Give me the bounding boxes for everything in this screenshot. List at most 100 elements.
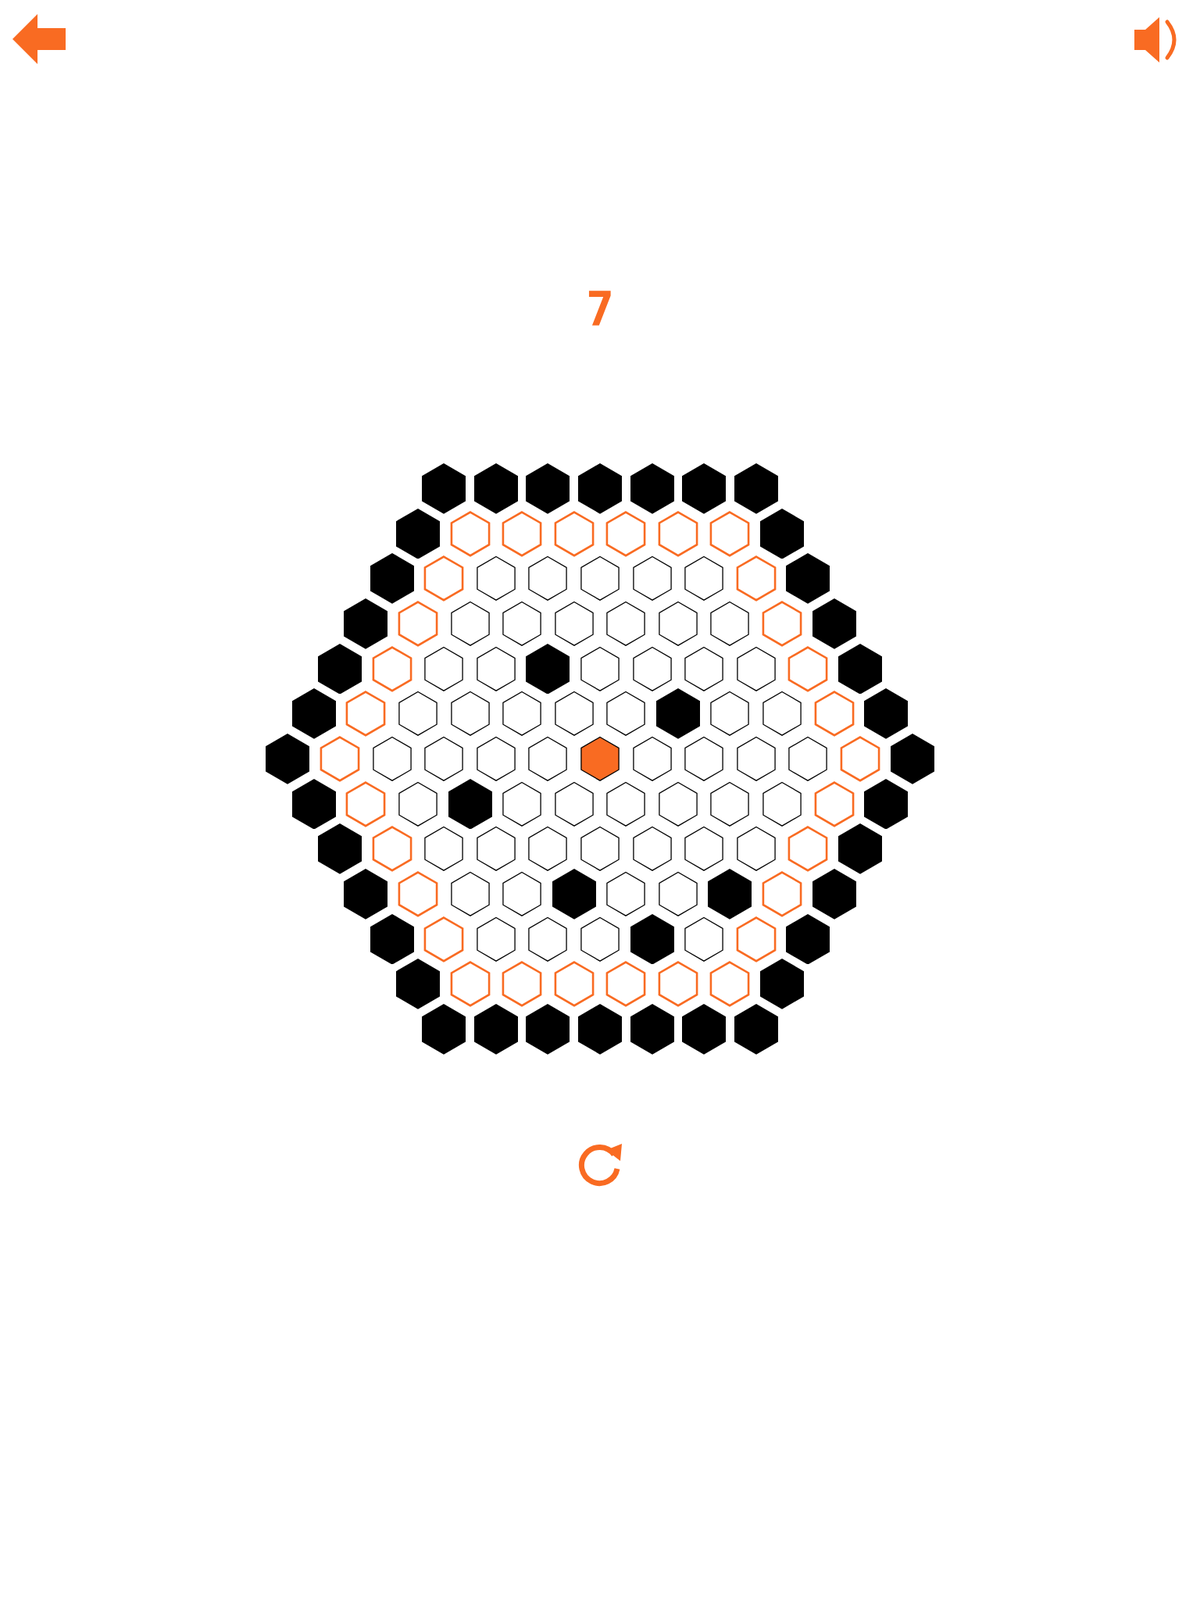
- edge-cell[interactable]: [734, 914, 779, 965]
- empty-cell[interactable]: [421, 733, 466, 785]
- speaker-icon[interactable]: [1132, 14, 1186, 66]
- empty-cell[interactable]: [734, 733, 779, 785]
- wall-cell[interactable]: [760, 958, 804, 1010]
- empty-cell[interactable]: [421, 823, 466, 875]
- edge-cell[interactable]: [448, 508, 493, 560]
- wall-cell[interactable]: [578, 463, 622, 515]
- edge-cell[interactable]: [656, 508, 700, 560]
- wall-cell[interactable]: [525, 1003, 570, 1055]
- edge-cell[interactable]: [552, 508, 597, 560]
- wall-cell[interactable]: [812, 868, 857, 920]
- wall-cell[interactable]: [292, 778, 336, 830]
- edge-cell[interactable]: [603, 958, 648, 1010]
- empty-cell[interactable]: [630, 553, 675, 604]
- edge-cell[interactable]: [812, 778, 857, 830]
- edge-cell[interactable]: [370, 823, 415, 875]
- edge-cell[interactable]: [343, 688, 388, 740]
- empty-cell[interactable]: [707, 598, 752, 650]
- empty-cell[interactable]: [707, 688, 752, 740]
- edge-cell[interactable]: [656, 958, 700, 1010]
- empty-cell[interactable]: [682, 914, 726, 965]
- wall-cell[interactable]: [396, 958, 440, 1010]
- edge-cell[interactable]: [812, 688, 857, 740]
- wall-cell[interactable]: [838, 643, 883, 695]
- empty-cell[interactable]: [578, 553, 622, 604]
- restart-icon[interactable]: [575, 1139, 625, 1190]
- empty-cell[interactable]: [474, 553, 518, 604]
- empty-cell[interactable]: [474, 914, 518, 965]
- wall-cell[interactable]: [292, 688, 336, 740]
- wall-cell[interactable]: [734, 1003, 779, 1055]
- empty-cell[interactable]: [421, 643, 466, 695]
- empty-cell[interactable]: [525, 733, 570, 785]
- empty-cell[interactable]: [734, 823, 779, 875]
- empty-cell[interactable]: [682, 823, 726, 875]
- empty-cell[interactable]: [603, 868, 648, 920]
- empty-cell[interactable]: [603, 688, 648, 740]
- empty-cell[interactable]: [552, 688, 597, 740]
- wall-cell[interactable]: [396, 508, 440, 560]
- edge-cell[interactable]: [785, 643, 830, 695]
- empty-cell[interactable]: [682, 643, 726, 695]
- empty-cell[interactable]: [707, 778, 752, 830]
- edge-cell[interactable]: [838, 733, 883, 785]
- edge-cell[interactable]: [448, 958, 493, 1010]
- wall-cell[interactable]: [448, 778, 493, 830]
- empty-cell[interactable]: [370, 733, 415, 785]
- empty-cell[interactable]: [785, 733, 830, 785]
- wall-cell[interactable]: [525, 643, 570, 695]
- empty-cell[interactable]: [630, 823, 675, 875]
- wall-cell[interactable]: [474, 1003, 518, 1055]
- wall-cell[interactable]: [838, 823, 883, 875]
- edge-cell[interactable]: [603, 508, 648, 560]
- empty-cell[interactable]: [474, 643, 518, 695]
- wall-cell[interactable]: [785, 553, 830, 604]
- empty-cell[interactable]: [656, 868, 700, 920]
- wall-cell[interactable]: [578, 1003, 622, 1055]
- wall-cell[interactable]: [370, 553, 415, 604]
- wall-cell[interactable]: [812, 598, 857, 650]
- empty-cell[interactable]: [760, 688, 804, 740]
- empty-cell[interactable]: [396, 778, 440, 830]
- empty-cell[interactable]: [603, 598, 648, 650]
- wall-cell[interactable]: [864, 778, 908, 830]
- edge-cell[interactable]: [500, 958, 544, 1010]
- edge-cell[interactable]: [396, 598, 440, 650]
- wall-cell[interactable]: [630, 463, 675, 515]
- edge-cell[interactable]: [707, 508, 752, 560]
- empty-cell[interactable]: [656, 598, 700, 650]
- wall-cell[interactable]: [890, 733, 935, 785]
- empty-cell[interactable]: [396, 688, 440, 740]
- wall-cell[interactable]: [474, 463, 518, 515]
- empty-cell[interactable]: [525, 823, 570, 875]
- empty-cell[interactable]: [552, 778, 597, 830]
- wall-cell[interactable]: [265, 733, 310, 785]
- cat-cell[interactable]: [578, 733, 622, 785]
- edge-cell[interactable]: [734, 553, 779, 604]
- edge-cell[interactable]: [343, 778, 388, 830]
- wall-cell[interactable]: [421, 1003, 466, 1055]
- wall-cell[interactable]: [525, 463, 570, 515]
- empty-cell[interactable]: [500, 598, 544, 650]
- wall-cell[interactable]: [630, 914, 675, 965]
- empty-cell[interactable]: [578, 823, 622, 875]
- empty-cell[interactable]: [474, 823, 518, 875]
- edge-cell[interactable]: [760, 598, 804, 650]
- empty-cell[interactable]: [760, 778, 804, 830]
- wall-cell[interactable]: [760, 508, 804, 560]
- edge-cell[interactable]: [785, 823, 830, 875]
- wall-cell[interactable]: [370, 914, 415, 965]
- edge-cell[interactable]: [552, 958, 597, 1010]
- empty-cell[interactable]: [500, 688, 544, 740]
- empty-cell[interactable]: [630, 733, 675, 785]
- empty-cell[interactable]: [500, 778, 544, 830]
- wall-cell[interactable]: [682, 463, 726, 515]
- empty-cell[interactable]: [525, 553, 570, 604]
- edge-cell[interactable]: [500, 508, 544, 560]
- wall-cell[interactable]: [343, 598, 388, 650]
- wall-cell[interactable]: [317, 823, 362, 875]
- wall-cell[interactable]: [682, 1003, 726, 1055]
- edge-cell[interactable]: [421, 553, 466, 604]
- empty-cell[interactable]: [682, 733, 726, 785]
- wall-cell[interactable]: [656, 688, 700, 740]
